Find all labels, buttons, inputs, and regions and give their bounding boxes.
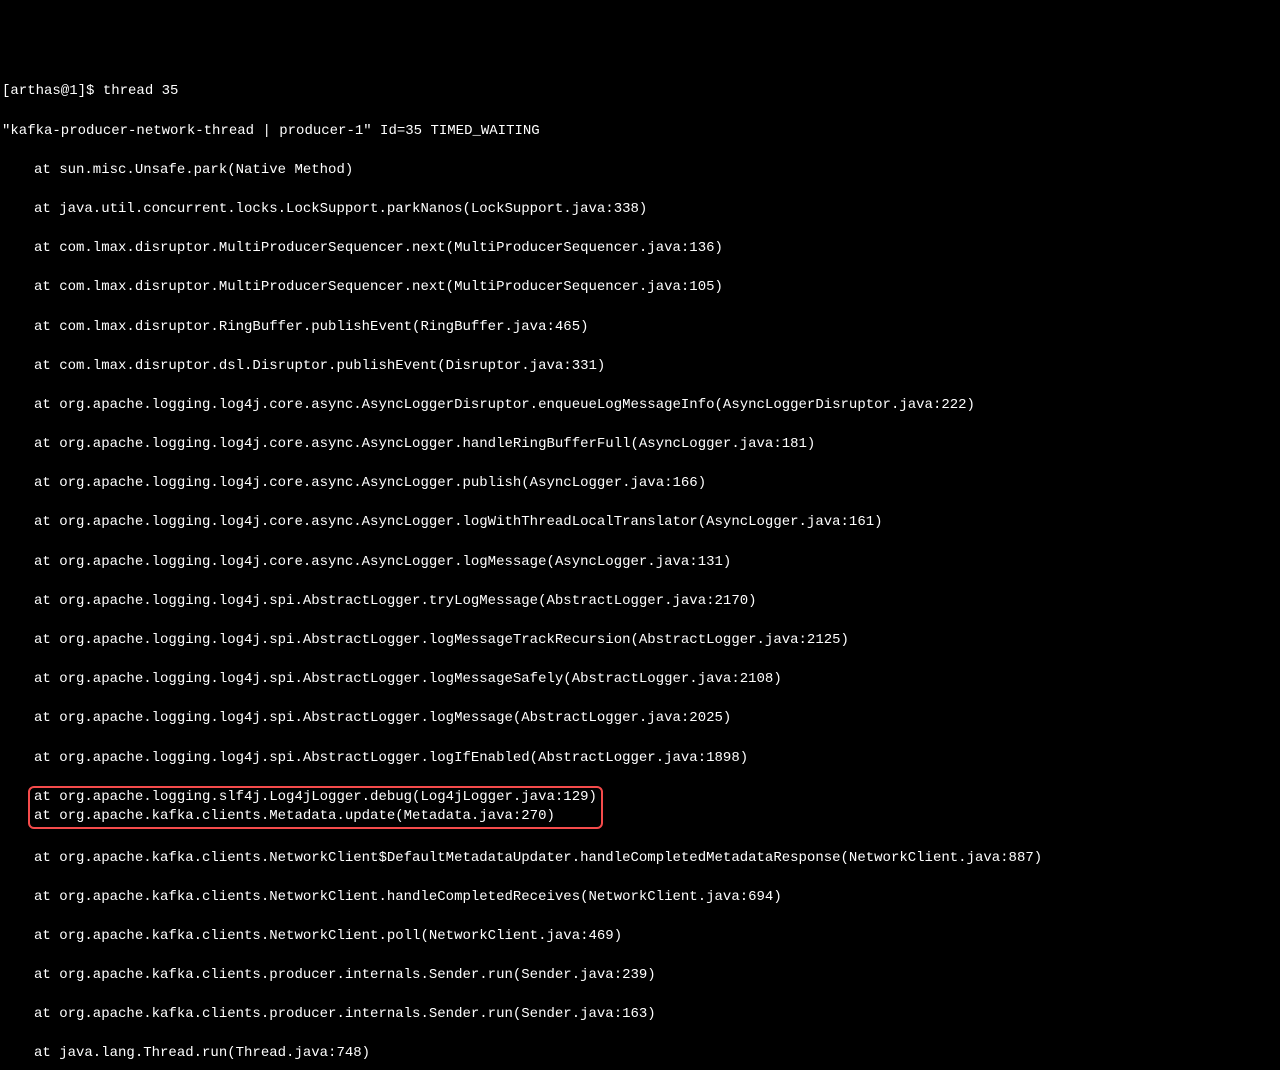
stack-frame: at org.apache.kafka.clients.producer.int…	[2, 966, 1278, 986]
stack-frame: at org.apache.logging.log4j.core.async.A…	[2, 553, 1278, 573]
stack-frame: at org.apache.kafka.clients.NetworkClien…	[2, 849, 1278, 869]
stack-frame: at org.apache.logging.log4j.core.async.A…	[2, 435, 1278, 455]
stack-frame-highlighted: at org.apache.kafka.clients.Metadata.upd…	[34, 808, 555, 824]
stack-frame: at java.lang.Thread.run(Thread.java:748)	[2, 1044, 1278, 1064]
stack-frame: at org.apache.logging.log4j.core.async.A…	[2, 396, 1278, 416]
highlighted-stack-region: at org.apache.logging.slf4j.Log4jLogger.…	[2, 788, 1278, 829]
stack-frame: at org.apache.logging.log4j.core.async.A…	[2, 513, 1278, 533]
stack-frame: at org.apache.logging.log4j.spi.Abstract…	[2, 749, 1278, 769]
thread-header: "kafka-producer-network-thread | produce…	[2, 122, 1278, 142]
stack-frame: at org.apache.logging.log4j.spi.Abstract…	[2, 670, 1278, 690]
terminal-prompt-line[interactable]: [arthas@1]$ thread 35	[2, 82, 1278, 102]
stack-frame-highlighted: at org.apache.logging.slf4j.Log4jLogger.…	[34, 789, 597, 805]
stack-frame: at sun.misc.Unsafe.park(Native Method)	[2, 161, 1278, 181]
highlight-annotation: at org.apache.logging.slf4j.Log4jLogger.…	[28, 786, 603, 829]
stack-frame: at com.lmax.disruptor.MultiProducerSeque…	[2, 278, 1278, 298]
stack-frame: at org.apache.logging.log4j.spi.Abstract…	[2, 631, 1278, 651]
stack-frame: at java.util.concurrent.locks.LockSuppor…	[2, 200, 1278, 220]
stack-frame: at com.lmax.disruptor.MultiProducerSeque…	[2, 239, 1278, 259]
stack-frame: at org.apache.logging.log4j.spi.Abstract…	[2, 709, 1278, 729]
stack-frame: at org.apache.kafka.clients.NetworkClien…	[2, 927, 1278, 947]
stack-frame: at org.apache.logging.log4j.spi.Abstract…	[2, 592, 1278, 612]
stack-frame: at com.lmax.disruptor.RingBuffer.publish…	[2, 318, 1278, 338]
stack-frame: at org.apache.kafka.clients.NetworkClien…	[2, 888, 1278, 908]
stack-frame: at com.lmax.disruptor.dsl.Disruptor.publ…	[2, 357, 1278, 377]
stack-frame: at org.apache.kafka.clients.producer.int…	[2, 1005, 1278, 1025]
stack-frame: at org.apache.logging.log4j.core.async.A…	[2, 474, 1278, 494]
